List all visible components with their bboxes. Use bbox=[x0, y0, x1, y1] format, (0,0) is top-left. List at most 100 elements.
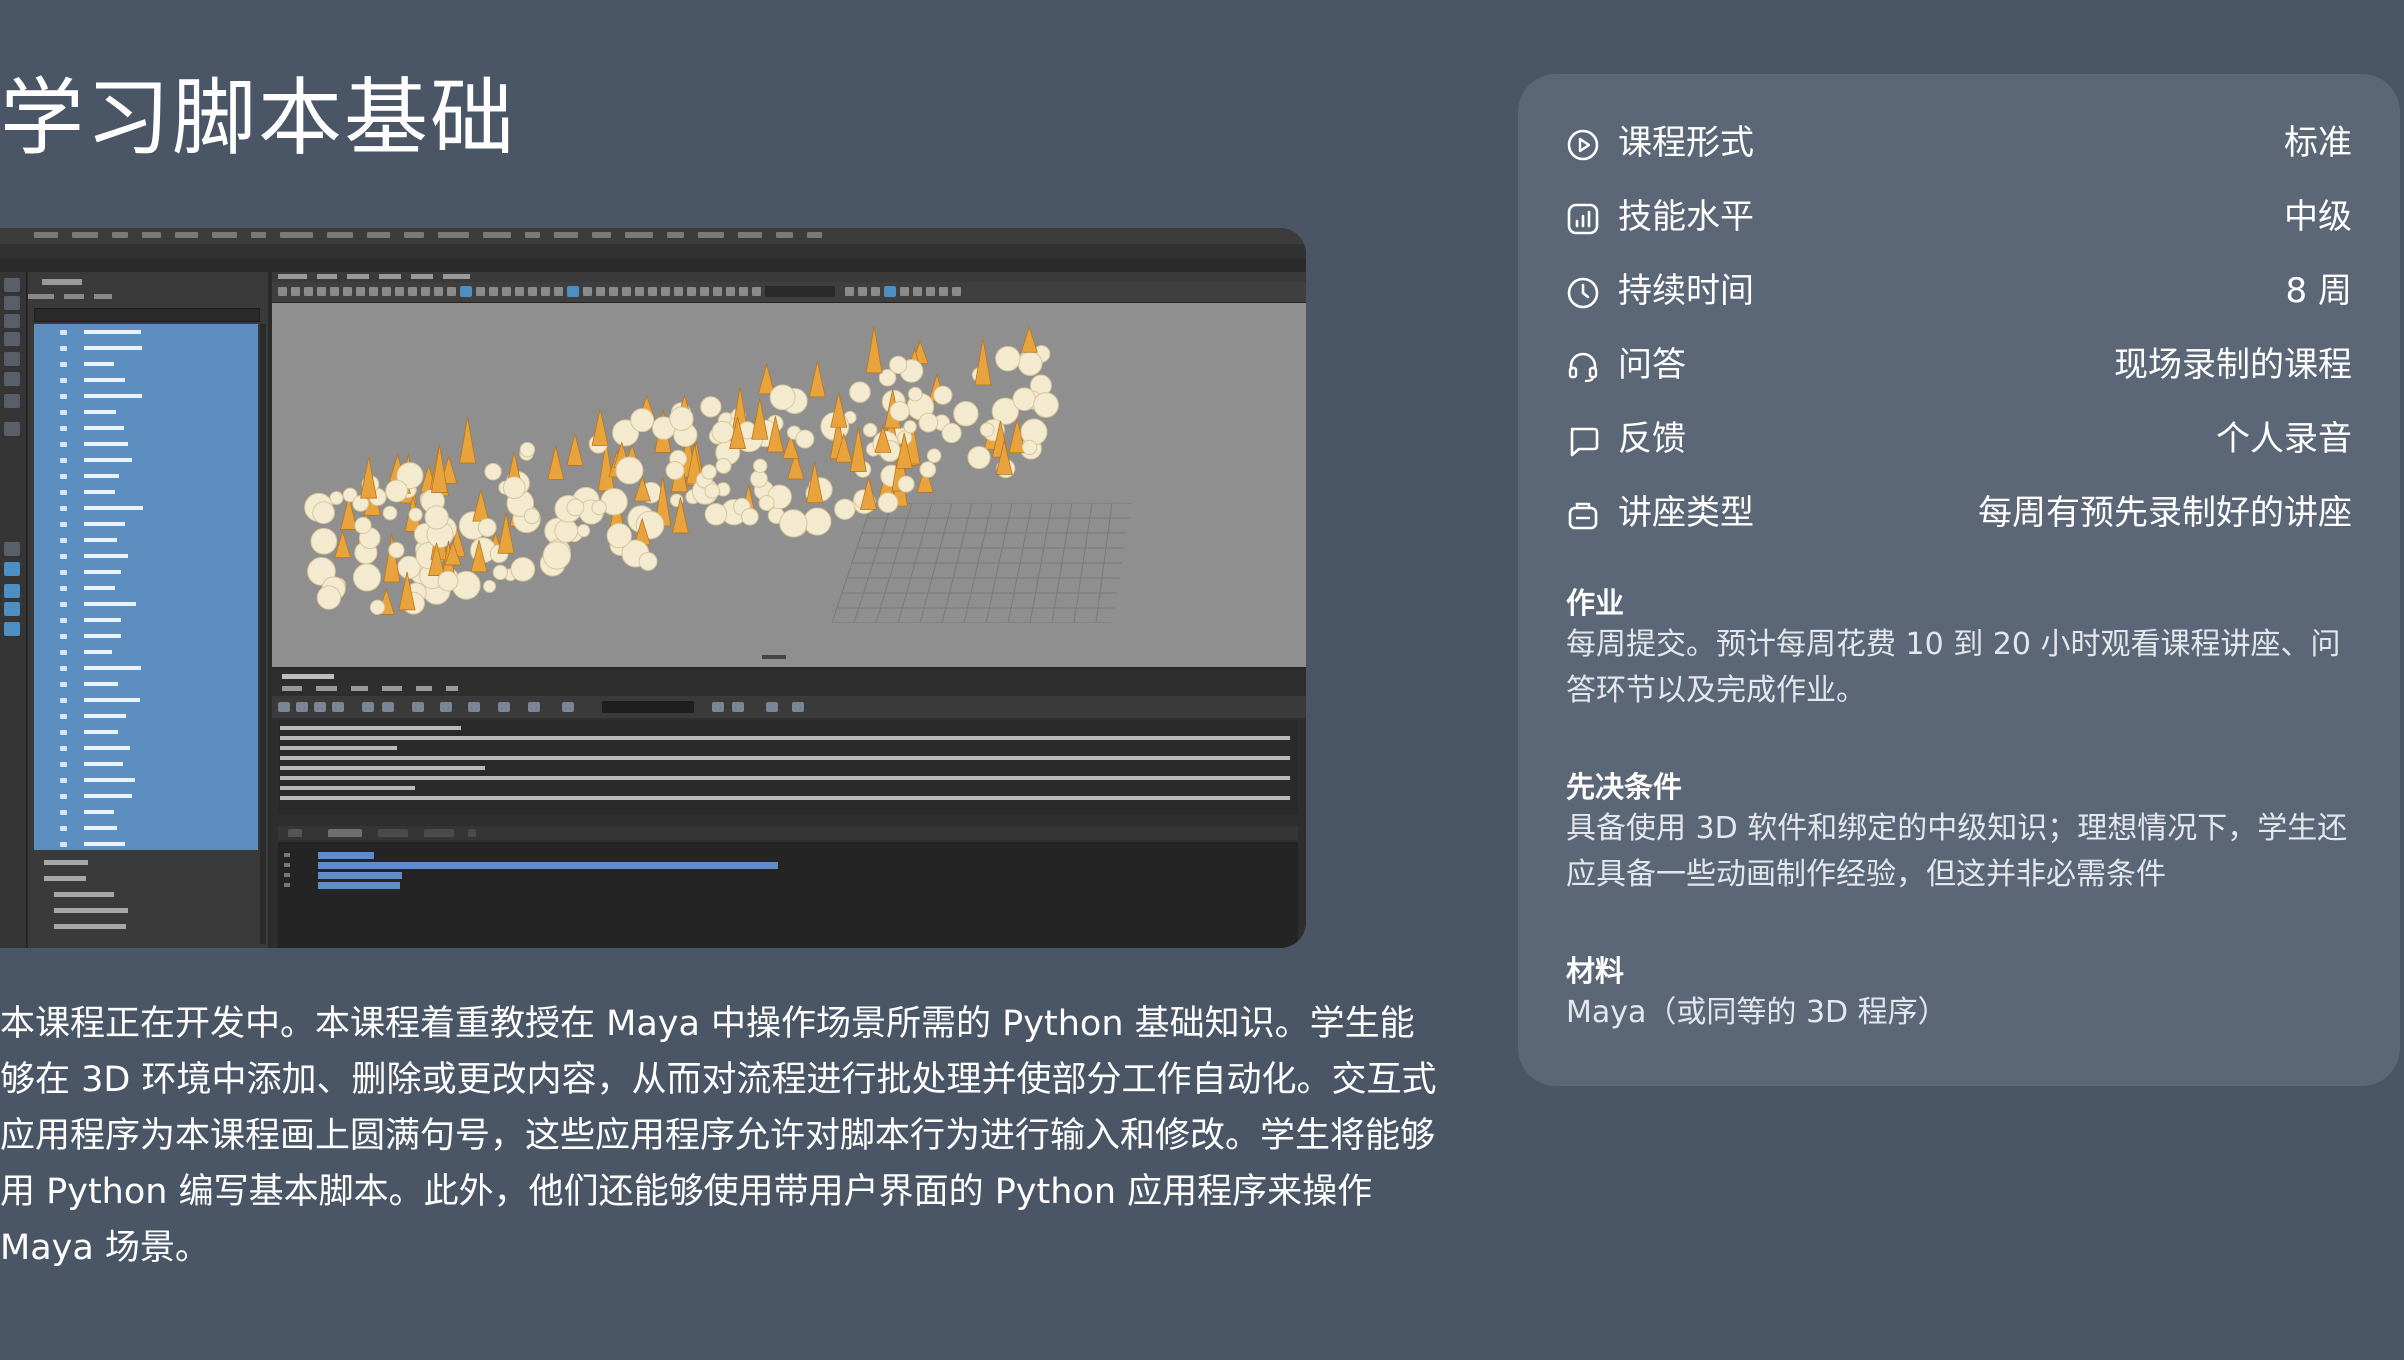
tool-button bbox=[4, 372, 20, 386]
tool-button bbox=[4, 422, 20, 436]
outliner-node-icon bbox=[60, 842, 67, 847]
tool-button bbox=[4, 296, 20, 310]
outliner-node-name bbox=[84, 458, 132, 462]
outliner-node-name bbox=[84, 394, 142, 398]
bloom-tree bbox=[385, 479, 408, 503]
menu-item bbox=[443, 274, 470, 279]
outliner-node-icon bbox=[60, 330, 67, 335]
bloom-tree bbox=[803, 507, 832, 536]
toolbar-icon bbox=[369, 287, 378, 296]
outliner-row bbox=[34, 708, 258, 724]
bloom-tree bbox=[795, 429, 815, 449]
script-editor-toolbar bbox=[272, 696, 1306, 718]
toolbar-icon bbox=[609, 287, 618, 296]
outliner-node-icon bbox=[60, 794, 67, 799]
outliner-node-icon bbox=[60, 394, 67, 399]
toolbar-icon bbox=[583, 287, 592, 296]
outliner-node-name bbox=[84, 698, 140, 702]
outliner-node-icon bbox=[60, 586, 67, 591]
section-heading-materials: 材料 bbox=[1566, 954, 1625, 988]
clock-icon bbox=[1567, 277, 1599, 309]
outliner-node-icon bbox=[60, 410, 67, 415]
toolbar-icon bbox=[926, 287, 935, 296]
menu-item bbox=[112, 232, 128, 238]
bloom-tree bbox=[566, 498, 585, 517]
info-label: 课程形式 bbox=[1618, 123, 1754, 163]
toolbar-icon bbox=[447, 287, 456, 296]
history-line bbox=[280, 766, 485, 770]
outliner-row bbox=[34, 356, 258, 372]
outliner-node-name bbox=[84, 762, 123, 766]
toolbar-icon bbox=[498, 702, 510, 712]
pine-tree bbox=[1020, 325, 1038, 353]
outliner-node-name bbox=[84, 602, 136, 606]
bloom-tree bbox=[492, 564, 508, 581]
toolbar-icon bbox=[356, 287, 365, 296]
bloom-tree bbox=[669, 406, 694, 431]
outliner-node-name bbox=[84, 650, 112, 654]
outliner-node-icon bbox=[60, 506, 67, 511]
script-editor-menu bbox=[272, 684, 1306, 694]
toolbar-icon bbox=[291, 287, 300, 296]
info-label: 反馈 bbox=[1618, 419, 1686, 459]
outliner-row bbox=[34, 532, 258, 548]
toolbar-icon bbox=[460, 286, 472, 297]
menu-item bbox=[316, 686, 337, 691]
outliner-node-icon bbox=[60, 570, 67, 575]
line-number bbox=[284, 873, 290, 877]
info-value: 中级 bbox=[2284, 197, 2352, 237]
bloom-tree bbox=[316, 585, 342, 610]
toolbar-icon bbox=[278, 287, 287, 296]
outliner-list bbox=[34, 324, 258, 850]
outliner-node-name bbox=[84, 618, 121, 622]
persp-label bbox=[762, 655, 786, 659]
bloom-tree bbox=[701, 464, 717, 480]
perspective-viewport bbox=[272, 303, 1306, 667]
outliner-node-name bbox=[84, 794, 132, 798]
bloom-tree bbox=[967, 445, 991, 470]
toolbar-icon bbox=[732, 702, 744, 712]
history-line bbox=[280, 746, 397, 750]
bloom-tree bbox=[542, 541, 572, 570]
bloom-tree bbox=[502, 476, 526, 500]
outliner-row bbox=[34, 756, 258, 772]
course-description: 本课程正在开发中。本课程着重教授在 Maya 中操作场景所需的 Python 基… bbox=[0, 1004, 1437, 1268]
toolbar-icon bbox=[502, 287, 511, 296]
bloom-tree bbox=[1021, 439, 1038, 456]
outliner-row bbox=[44, 860, 88, 865]
tool-button bbox=[4, 602, 20, 616]
bloom-tree bbox=[715, 457, 732, 474]
toolbar-icon bbox=[939, 287, 948, 296]
course-info-card: 课程形式 标准 技能水平 中级 持续时间 8 周 问答 现场录制的课程 反馈 个… bbox=[1518, 74, 2400, 1086]
outliner-node-icon bbox=[60, 746, 67, 751]
script-input bbox=[278, 842, 1298, 948]
outliner-node-icon bbox=[60, 522, 67, 527]
bloom-tree bbox=[918, 412, 939, 433]
toolbar-icon bbox=[408, 287, 417, 296]
lecture-icon bbox=[1568, 502, 1598, 530]
bloom-tree bbox=[477, 518, 497, 537]
outliner-node-name bbox=[84, 330, 141, 334]
pine-tree bbox=[808, 361, 826, 398]
menu-item bbox=[525, 232, 540, 238]
outliner-row bbox=[34, 804, 258, 820]
pine-tree bbox=[334, 530, 352, 559]
outliner-row bbox=[34, 644, 258, 660]
outliner-node-name bbox=[84, 506, 143, 510]
tree-scene bbox=[304, 325, 1059, 615]
menu-item bbox=[776, 232, 793, 238]
bloom-tree bbox=[510, 556, 536, 582]
outliner-row bbox=[44, 876, 86, 881]
outliner-node-name bbox=[84, 378, 125, 382]
tool-button bbox=[4, 332, 20, 346]
history-line bbox=[280, 786, 415, 790]
outliner-row bbox=[34, 628, 258, 644]
outliner-header bbox=[28, 272, 268, 306]
bloom-tree bbox=[310, 527, 338, 555]
outliner-node-name bbox=[84, 666, 141, 670]
section-body-assignments: 每周提交。预计每周花费 10 到 20 小时观看课程讲座、问答环节以及完成作业。 bbox=[1566, 627, 2341, 708]
outliner-node-icon bbox=[60, 762, 67, 767]
bloom-tree bbox=[849, 381, 871, 403]
bloom-tree bbox=[554, 518, 579, 543]
outliner-search bbox=[34, 308, 260, 322]
